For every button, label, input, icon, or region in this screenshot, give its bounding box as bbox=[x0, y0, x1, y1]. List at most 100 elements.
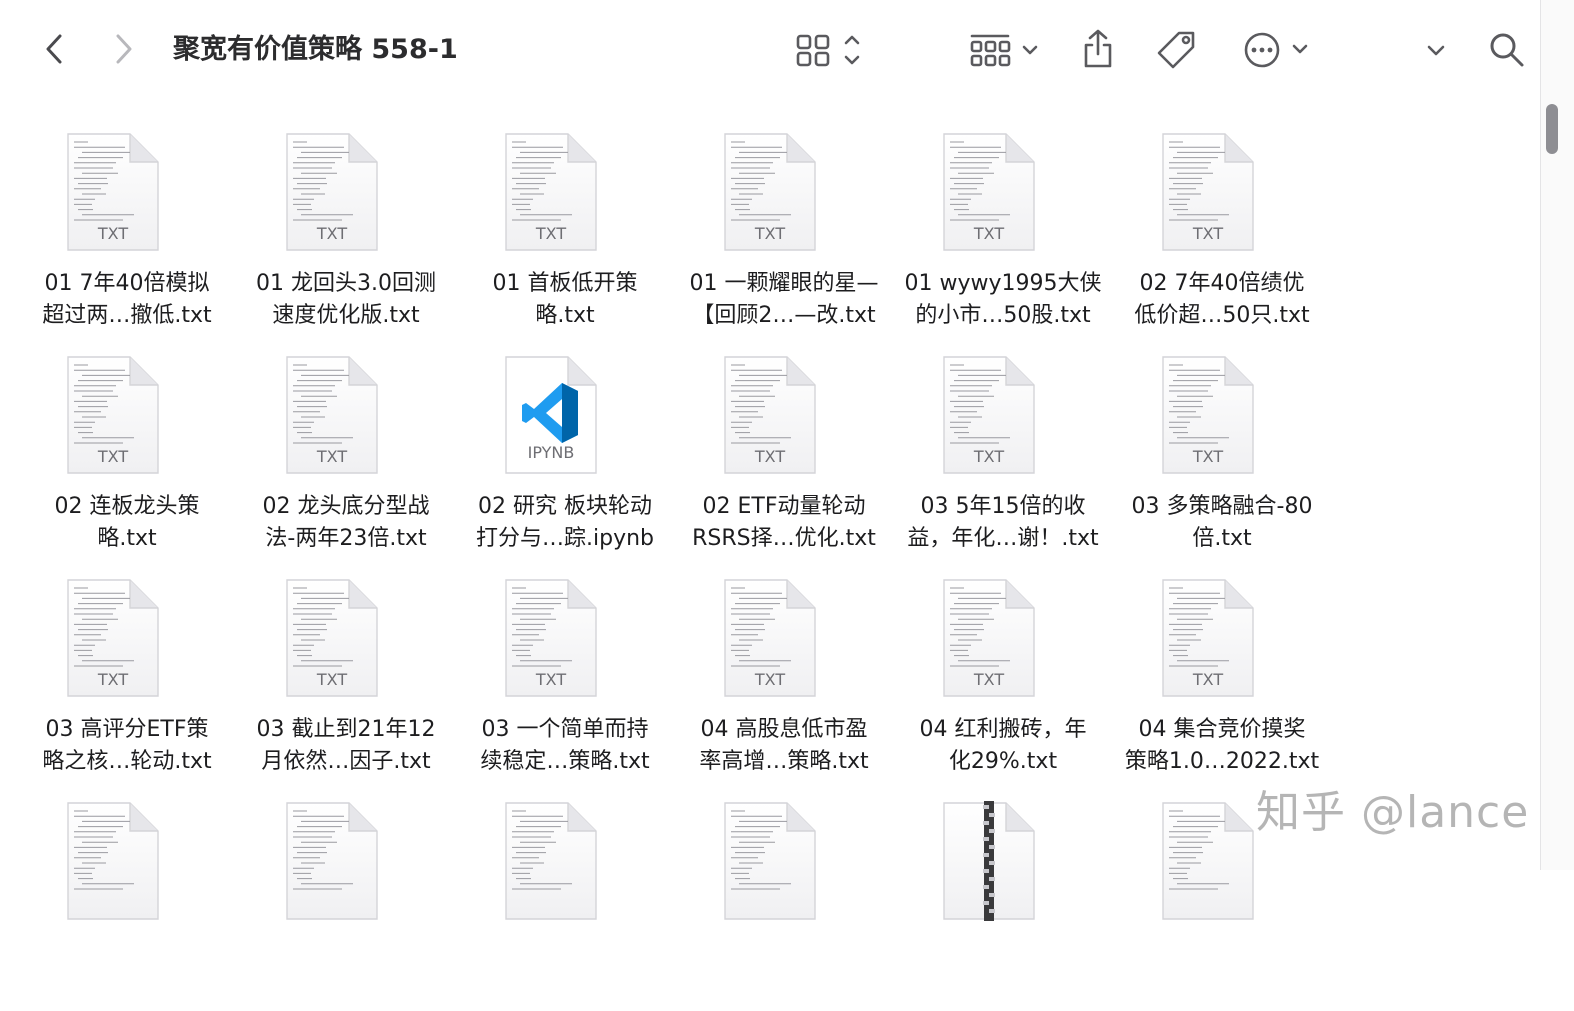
file-item[interactable]: TXT 01 一颗耀眼的星— 【回顾2…—改.txt bbox=[677, 132, 891, 342]
file-item[interactable] bbox=[677, 801, 891, 1011]
file-name-line-2: 超过两…撤低.txt bbox=[42, 303, 212, 328]
file-item[interactable]: TXT 03 5年15倍的收 益，年化…谢！.txt bbox=[896, 355, 1110, 565]
file-item[interactable]: TXT 03 多策略融合-80 倍.txt bbox=[1115, 355, 1329, 565]
file-item[interactable]: TXT 01 龙回头3.0回测 速度优化版.txt bbox=[239, 132, 453, 342]
file-type-label: TXT bbox=[973, 224, 1005, 243]
file-name-line-2: 率高增…策略.txt bbox=[699, 749, 869, 774]
file-icon-grid: TXT 01 7年40倍模拟 超过两…撤低.txt TXT 01 龙回头3.0回测 速度优… bbox=[0, 0, 1540, 921]
text-file-icon: TXT bbox=[942, 578, 1036, 698]
file-name-line-2: 略.txt bbox=[535, 303, 595, 328]
text-file-icon bbox=[723, 801, 817, 921]
file-name: 03 5年15倍的收 益，年化…谢！.txt bbox=[896, 491, 1110, 555]
file-item[interactable]: TXT 02 连板龙头策 略.txt bbox=[20, 355, 234, 565]
file-name: 03 多策略融合-80 倍.txt bbox=[1115, 491, 1329, 555]
file-name: 03 高评分ETF策 略之核…轮动.txt bbox=[20, 714, 234, 778]
file-name: 02 龙头底分型战 法-两年23倍.txt bbox=[239, 491, 453, 555]
file-type-label: IPYNB bbox=[527, 443, 575, 462]
text-file-icon: TXT bbox=[66, 578, 160, 698]
text-file-icon: TXT bbox=[723, 355, 817, 475]
text-file-icon bbox=[504, 801, 598, 921]
file-name: 04 集合竞价摸奖 策略1.0…2022.txt bbox=[1115, 714, 1329, 778]
file-item[interactable]: TXT 02 ETF动量轮动 RSRS择…优化.txt bbox=[677, 355, 891, 565]
file-name-line-1: 01 一颗耀眼的星— bbox=[689, 271, 879, 296]
file-name-line-1: 02 研究 板块轮动 bbox=[478, 494, 652, 519]
file-name-line-1: 01 首板低开策 bbox=[492, 271, 638, 296]
file-item[interactable]: TXT 03 一个简单而持 续稳定…策略.txt bbox=[458, 578, 672, 788]
file-name-line-1: 02 龙头底分型战 bbox=[262, 494, 430, 519]
file-item[interactable]: TXT 03 截止到21年12 月依然…因子.txt bbox=[239, 578, 453, 788]
file-item[interactable]: TXT 02 龙头底分型战 法-两年23倍.txt bbox=[239, 355, 453, 565]
file-name-line-2: 打分与…踪.ipynb bbox=[476, 526, 654, 551]
file-name: 01 wywy1995大侠 的小市…50股.txt bbox=[896, 268, 1110, 332]
file-item[interactable]: TXT 01 7年40倍模拟 超过两…撤低.txt bbox=[20, 132, 234, 342]
file-name-line-1: 02 7年40倍绩优 bbox=[1139, 271, 1305, 296]
file-name: 01 首板低开策 略.txt bbox=[458, 268, 672, 332]
file-item[interactable]: TXT 04 集合竞价摸奖 策略1.0…2022.txt bbox=[1115, 578, 1329, 788]
file-item[interactable] bbox=[239, 801, 453, 1011]
file-name-line-1: 03 截止到21年12 bbox=[256, 717, 436, 742]
file-name-line-2: 月依然…因子.txt bbox=[261, 749, 431, 774]
file-name: 03 截止到21年12 月依然…因子.txt bbox=[239, 714, 453, 778]
file-item[interactable]: TXT 01 首板低开策 略.txt bbox=[458, 132, 672, 342]
text-file-icon: TXT bbox=[285, 578, 379, 698]
file-item[interactable] bbox=[20, 801, 234, 1011]
file-name: 04 高股息低市盈 率高增…策略.txt bbox=[677, 714, 891, 778]
file-name-line-1: 02 ETF动量轮动 bbox=[702, 494, 866, 519]
file-type-label: TXT bbox=[754, 224, 786, 243]
file-name: 04 红利搬砖，年 化29%.txt bbox=[896, 714, 1110, 778]
file-item[interactable]: TXT 04 高股息低市盈 率高增…策略.txt bbox=[677, 578, 891, 788]
file-type-label: TXT bbox=[97, 224, 129, 243]
file-name-line-1: 03 5年15倍的收 bbox=[920, 494, 1086, 519]
file-type-label: TXT bbox=[535, 224, 567, 243]
file-name-line-1: 01 wywy1995大侠 bbox=[904, 271, 1102, 296]
file-name-line-2: 策略1.0…2022.txt bbox=[1124, 749, 1320, 774]
file-type-label: TXT bbox=[973, 670, 1005, 689]
file-item[interactable]: TXT 03 高评分ETF策 略之核…轮动.txt bbox=[20, 578, 234, 788]
file-type-label: TXT bbox=[316, 670, 348, 689]
file-name: 01 龙回头3.0回测 速度优化版.txt bbox=[239, 268, 453, 332]
file-type-label: TXT bbox=[973, 447, 1005, 466]
text-file-icon: TXT bbox=[1161, 355, 1255, 475]
file-name-line-1: 04 集合竞价摸奖 bbox=[1138, 717, 1306, 742]
file-name-line-2: 速度优化版.txt bbox=[272, 303, 420, 328]
file-type-label: TXT bbox=[1192, 224, 1224, 243]
text-file-icon bbox=[1161, 801, 1255, 921]
file-name-line-2: 续稳定…策略.txt bbox=[480, 749, 650, 774]
zip-archive-icon bbox=[942, 801, 1036, 921]
scrollbar-thumb[interactable] bbox=[1546, 104, 1558, 154]
file-type-label: TXT bbox=[754, 670, 786, 689]
text-file-icon bbox=[285, 801, 379, 921]
text-file-icon: TXT bbox=[504, 578, 598, 698]
file-name-line-1: 01 龙回头3.0回测 bbox=[256, 271, 436, 296]
file-name-line-2: 的小市…50股.txt bbox=[915, 303, 1091, 328]
file-item[interactable] bbox=[458, 801, 672, 1011]
file-type-label: TXT bbox=[97, 670, 129, 689]
file-item[interactable] bbox=[896, 801, 1110, 1011]
file-item[interactable]: TXT 04 红利搬砖，年 化29%.txt bbox=[896, 578, 1110, 788]
file-type-label: TXT bbox=[535, 670, 567, 689]
file-name-line-2: 法-两年23倍.txt bbox=[265, 526, 427, 551]
text-file-icon: TXT bbox=[942, 355, 1036, 475]
text-file-icon: TXT bbox=[66, 132, 160, 252]
file-type-label: TXT bbox=[1192, 447, 1224, 466]
file-item[interactable]: IPYNB 02 研究 板块轮动 打分与…踪.ipynb bbox=[458, 355, 672, 565]
text-file-icon: TXT bbox=[942, 132, 1036, 252]
file-name-line-2: 低价超…50只.txt bbox=[1134, 303, 1310, 328]
file-name-line-2: 略之核…轮动.txt bbox=[42, 749, 212, 774]
file-name-line-1: 02 连板龙头策 bbox=[54, 494, 200, 519]
file-type-label: TXT bbox=[316, 447, 348, 466]
file-name-line-2: 【回顾2…—改.txt bbox=[692, 303, 876, 328]
file-name-line-2: 倍.txt bbox=[1192, 526, 1252, 551]
file-name: 03 一个简单而持 续稳定…策略.txt bbox=[458, 714, 672, 778]
file-type-label: TXT bbox=[97, 447, 129, 466]
file-name: 01 7年40倍模拟 超过两…撤低.txt bbox=[20, 268, 234, 332]
text-file-icon: TXT bbox=[1161, 132, 1255, 252]
file-item[interactable]: TXT 01 wywy1995大侠 的小市…50股.txt bbox=[896, 132, 1110, 342]
watermark: 知乎 @lance bbox=[1256, 787, 1530, 838]
text-file-icon: TXT bbox=[723, 132, 817, 252]
file-type-label: TXT bbox=[1192, 670, 1224, 689]
file-item[interactable]: TXT 02 7年40倍绩优 低价超…50只.txt bbox=[1115, 132, 1329, 342]
file-name-line-2: 略.txt bbox=[97, 526, 157, 551]
file-type-label: TXT bbox=[754, 447, 786, 466]
file-type-label: TXT bbox=[316, 224, 348, 243]
